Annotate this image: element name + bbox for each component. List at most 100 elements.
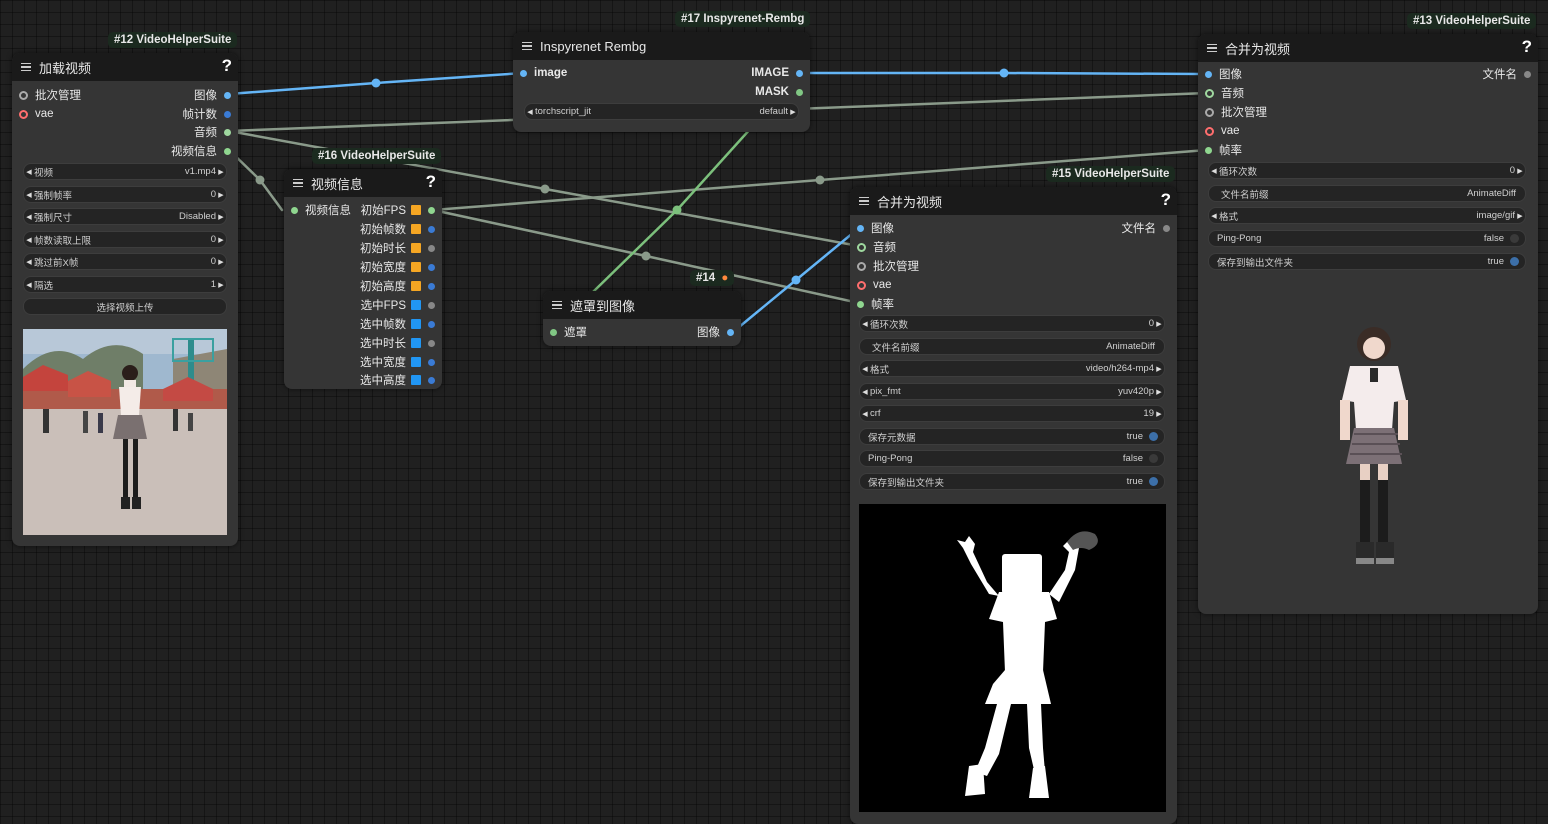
- right-arrow-icon[interactable]: ▶: [1154, 410, 1164, 418]
- toggle-on-icon[interactable]: [1149, 432, 1158, 441]
- output-slot-loaded-fps[interactable]: 选中FPS: [361, 296, 435, 314]
- left-arrow-icon[interactable]: ◀: [24, 213, 34, 221]
- widget-filename-prefix[interactable]: 文件名前缀 AnimateDiff: [859, 338, 1165, 355]
- load-video-node[interactable]: 加载视频 ? 批次管理 vae 图像 帧计数 音频 视频信息 ◀ 视频 v1.m…: [12, 53, 238, 546]
- right-arrow-icon[interactable]: ▶: [216, 168, 226, 176]
- widget-format[interactable]: ◀ 格式 video/h264-mp4 ▶: [859, 360, 1165, 377]
- widget-ping-pong[interactable]: Ping-Pong false: [1208, 230, 1526, 247]
- input-slot-images[interactable]: 图像: [857, 219, 894, 237]
- left-arrow-icon[interactable]: ◀: [860, 410, 870, 418]
- right-arrow-icon[interactable]: ▶: [1515, 212, 1525, 220]
- left-arrow-icon[interactable]: ◀: [1209, 212, 1219, 220]
- output-slot-video-info[interactable]: 视频信息: [171, 142, 231, 160]
- output-slot-source-frame-count[interactable]: 初始帧数: [360, 220, 435, 238]
- right-arrow-icon[interactable]: ▶: [216, 213, 226, 221]
- input-slot-batch[interactable]: 批次管理: [1205, 103, 1267, 121]
- node-header[interactable]: 视频信息 ?: [284, 169, 442, 197]
- left-arrow-icon[interactable]: ◀: [24, 236, 34, 244]
- right-arrow-icon[interactable]: ▶: [216, 258, 226, 266]
- output-slot-source-duration[interactable]: 初始时长: [360, 239, 435, 257]
- right-arrow-icon[interactable]: ▶: [788, 108, 798, 116]
- widget-torchscript-jit[interactable]: ◀ torchscript_jit default ▶: [524, 103, 799, 120]
- help-icon[interactable]: ?: [1161, 190, 1171, 210]
- input-slot-audio[interactable]: 音频: [857, 238, 896, 256]
- left-arrow-icon[interactable]: ◀: [525, 108, 535, 116]
- output-slot-filenames[interactable]: 文件名: [1122, 219, 1170, 237]
- right-arrow-icon[interactable]: ▶: [216, 236, 226, 244]
- left-arrow-icon[interactable]: ◀: [1209, 167, 1219, 175]
- input-slot-mask[interactable]: 遮罩: [550, 323, 587, 341]
- widget-frame-load-cap[interactable]: ◀ 帧数读取上限 0 ▶: [23, 231, 227, 248]
- toggle-on-icon[interactable]: [1510, 257, 1519, 266]
- left-arrow-icon[interactable]: ◀: [24, 191, 34, 199]
- toggle-off-icon[interactable]: [1149, 454, 1158, 463]
- widget-force-rate[interactable]: ◀ 强制帧率 0 ▶: [23, 186, 227, 203]
- menu-icon[interactable]: [859, 196, 869, 206]
- widget-skip-first-frames[interactable]: ◀ 跳过前X帧 0 ▶: [23, 253, 227, 270]
- node-header[interactable]: 合并为视频 ?: [1198, 34, 1538, 62]
- video-combine-node-15[interactable]: 合并为视频 ? 图像 音频 批次管理 vae 帧率 文件名 ◀ 循环次数 0 ▶…: [850, 187, 1177, 824]
- widget-ping-pong[interactable]: Ping-Pong false: [859, 450, 1165, 467]
- right-arrow-icon[interactable]: ▶: [1515, 167, 1525, 175]
- left-arrow-icon[interactable]: ◀: [24, 258, 34, 266]
- left-arrow-icon[interactable]: ◀: [24, 281, 34, 289]
- widget-video[interactable]: ◀ 视频 v1.mp4 ▶: [23, 163, 227, 180]
- input-slot-video-info[interactable]: 视频信息: [291, 201, 351, 219]
- input-slot-vae[interactable]: vae: [1205, 122, 1240, 140]
- video-info-node[interactable]: 视频信息 ? 视频信息 初始FPS 初始帧数 初始时长 初始宽度 初始高度 选中…: [284, 169, 442, 389]
- help-icon[interactable]: ?: [1522, 37, 1532, 57]
- widget-force-size[interactable]: ◀ 强制尺寸 Disabled ▶: [23, 208, 227, 225]
- output-slot-frame-count[interactable]: 帧计数: [183, 105, 231, 123]
- right-arrow-icon[interactable]: ▶: [1154, 320, 1164, 328]
- output-slot-loaded-height[interactable]: 选中高度: [360, 371, 435, 389]
- input-slot-audio[interactable]: 音频: [1205, 84, 1244, 102]
- widget-save-output[interactable]: 保存到输出文件夹 true: [859, 473, 1165, 490]
- input-slot-vae[interactable]: vae: [857, 276, 892, 294]
- left-arrow-icon[interactable]: ◀: [24, 168, 34, 176]
- node-header[interactable]: 加载视频 ?: [12, 53, 238, 81]
- input-slot-frame-rate[interactable]: 帧率: [1205, 141, 1242, 159]
- node-header[interactable]: 合并为视频 ?: [850, 187, 1177, 215]
- left-arrow-icon[interactable]: ◀: [860, 320, 870, 328]
- input-slot-images[interactable]: 图像: [1205, 65, 1242, 83]
- toggle-on-icon[interactable]: [1149, 477, 1158, 486]
- output-slot-source-width[interactable]: 初始宽度: [360, 258, 435, 276]
- widget-crf[interactable]: ◀ crf 19 ▶: [859, 405, 1165, 422]
- output-slot-image[interactable]: 图像: [194, 86, 231, 104]
- output-slot-loaded-duration[interactable]: 选中时长: [360, 334, 435, 352]
- right-arrow-icon[interactable]: ▶: [1154, 388, 1164, 396]
- left-arrow-icon[interactable]: ◀: [860, 388, 870, 396]
- left-arrow-icon[interactable]: ◀: [860, 365, 870, 373]
- input-slot-batch[interactable]: 批次管理: [857, 257, 919, 275]
- menu-icon[interactable]: [522, 41, 532, 51]
- output-slot-source-fps[interactable]: 初始FPS: [361, 201, 435, 219]
- widget-loop-count[interactable]: ◀ 循环次数 0 ▶: [859, 315, 1165, 332]
- widget-filename-prefix[interactable]: 文件名前缀 AnimateDiff: [1208, 185, 1526, 202]
- help-icon[interactable]: ?: [222, 56, 232, 76]
- inspyrenet-rembg-node[interactable]: Inspyrenet Rembg image IMAGE MASK ◀ torc…: [513, 32, 810, 132]
- input-slot-batch[interactable]: 批次管理: [19, 86, 81, 104]
- widget-pix-fmt[interactable]: ◀ pix_fmt yuv420p ▶: [859, 383, 1165, 400]
- right-arrow-icon[interactable]: ▶: [216, 281, 226, 289]
- menu-icon[interactable]: [552, 300, 562, 310]
- help-icon[interactable]: ?: [426, 172, 436, 192]
- menu-icon[interactable]: [293, 178, 303, 188]
- output-slot-source-height[interactable]: 初始高度: [360, 277, 435, 295]
- widget-save-metadata[interactable]: 保存元数据 true: [859, 428, 1165, 445]
- input-slot-image[interactable]: image: [520, 64, 567, 82]
- widget-select-every-nth[interactable]: ◀ 隔选 1 ▶: [23, 276, 227, 293]
- node-header[interactable]: 遮罩到图像: [543, 291, 741, 319]
- output-slot-mask[interactable]: MASK: [755, 83, 803, 101]
- video-combine-node-13[interactable]: 合并为视频 ? 图像 音频 批次管理 vae 帧率 文件名 ◀ 循环次数 0 ▶…: [1198, 34, 1538, 614]
- output-slot-filenames[interactable]: 文件名: [1483, 65, 1531, 83]
- output-slot-loaded-frame-count[interactable]: 选中帧数: [360, 315, 435, 333]
- output-slot-audio[interactable]: 音频: [194, 123, 231, 141]
- right-arrow-icon[interactable]: ▶: [216, 191, 226, 199]
- right-arrow-icon[interactable]: ▶: [1154, 365, 1164, 373]
- output-slot-loaded-width[interactable]: 选中宽度: [360, 353, 435, 371]
- menu-icon[interactable]: [1207, 43, 1217, 53]
- menu-icon[interactable]: [21, 62, 31, 72]
- output-slot-image[interactable]: IMAGE: [751, 64, 803, 82]
- widget-loop-count[interactable]: ◀ 循环次数 0 ▶: [1208, 162, 1526, 179]
- mask-to-image-node[interactable]: 遮罩到图像 遮罩 图像: [543, 291, 741, 346]
